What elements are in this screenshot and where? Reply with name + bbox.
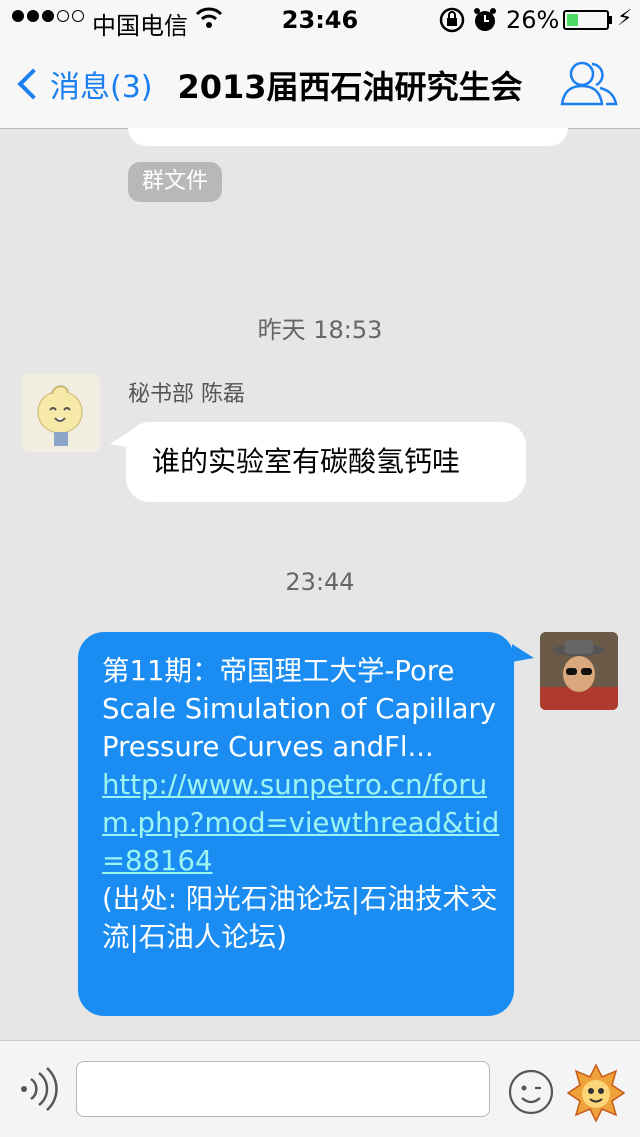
nav-bar: 消息(3) 2013届西石油研究生会 — [0, 40, 640, 129]
input-bar — [0, 1040, 640, 1137]
group-file-chip[interactable]: 群文件 — [128, 162, 223, 202]
battery-cap — [609, 16, 612, 24]
incoming-message-bubble[interactable]: 谁的实验室有碳酸氢钙哇 — [126, 422, 526, 502]
battery-percent: 26% — [506, 6, 560, 34]
voice-icon[interactable] — [18, 1067, 58, 1111]
alarm-icon — [472, 6, 498, 40]
sender-name: 秘书部 陈磊 — [128, 382, 245, 407]
chat-title: 2013届西石油研究生会 — [177, 68, 523, 106]
emoji-icon[interactable] — [508, 1069, 554, 1115]
group-members-icon[interactable] — [558, 58, 620, 110]
message-input[interactable] — [76, 1061, 490, 1117]
my-avatar[interactable] — [540, 632, 618, 710]
message-text: 第11期：帝国理工大学-Pore Scale Simulation of Cap… — [102, 655, 497, 763]
back-label: 消息(3) — [50, 70, 153, 105]
sender-avatar[interactable] — [22, 374, 100, 452]
outgoing-bubble-tail — [512, 644, 534, 662]
outgoing-message-bubble[interactable]: 第11期：帝国理工大学-Pore Scale Simulation of Cap… — [78, 632, 514, 1016]
battery-icon — [563, 10, 609, 30]
previous-message-bubble — [128, 128, 568, 146]
timestamp: 昨天 18:53 — [257, 316, 383, 344]
message-source: (出处: 阳光石油论坛|石油技术交流|石油人论坛) — [102, 883, 498, 953]
back-chevron-icon — [17, 68, 49, 100]
orientation-lock-icon — [438, 6, 466, 40]
message-link[interactable]: http://www.sunpetro.cn/forum.php?mod=vie… — [102, 766, 500, 880]
charging-icon: ⚡ — [617, 6, 633, 31]
sticker-icon[interactable] — [566, 1063, 626, 1123]
back-button[interactable]: 消息(3) — [10, 62, 153, 106]
status-bar: 中国电信 23:46 26% ⚡ — [0, 0, 640, 40]
timestamp: 23:44 — [285, 568, 355, 596]
